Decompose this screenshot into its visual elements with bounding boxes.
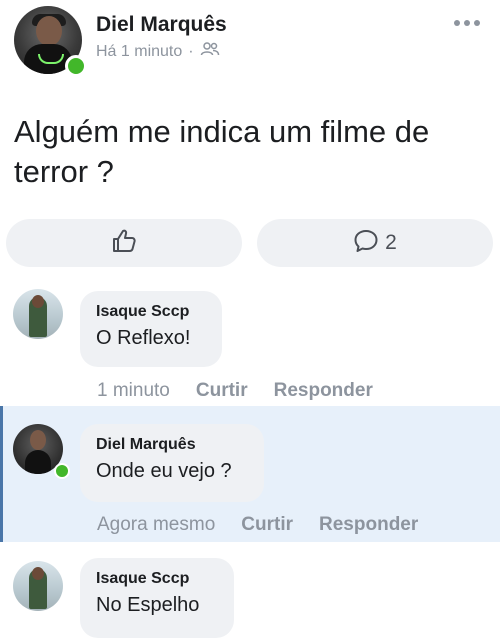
comment-icon	[353, 228, 379, 259]
comment-bubble: Diel Marquês Onde eu vejo ?	[80, 424, 264, 502]
post-meta: Há 1 minuto ·	[96, 41, 220, 62]
comment-like-button[interactable]: Curtir	[196, 380, 248, 402]
post-time[interactable]: Há 1 minuto	[96, 43, 182, 61]
comment-actions: Agora mesmo Curtir Responder	[97, 514, 444, 536]
comment-author[interactable]: Diel Marquês	[96, 436, 248, 454]
comment-actions: 1 minuto Curtir Responder	[97, 380, 399, 402]
comment-reply-button[interactable]: Responder	[274, 380, 373, 402]
commenter-avatar[interactable]	[13, 289, 63, 339]
comment-reply-button[interactable]: Responder	[319, 514, 418, 536]
friends-icon	[200, 41, 220, 62]
post-author-name[interactable]: Diel Marquês	[96, 13, 227, 37]
comment-author[interactable]: Isaque Sccp	[96, 303, 206, 321]
meta-separator: ·	[188, 42, 194, 60]
comment-button[interactable]: 2	[257, 219, 493, 267]
more-options-icon[interactable]	[454, 20, 480, 26]
comment-time[interactable]: 1 minuto	[97, 380, 170, 402]
online-status-dot	[54, 463, 70, 479]
comment-text: Onde eu vejo ?	[96, 460, 232, 482]
post-text: Alguém me indica um filme de terror ?	[14, 114, 430, 189]
thumbs-up-icon	[110, 227, 138, 260]
like-button[interactable]	[6, 219, 242, 267]
comment-time[interactable]: Agora mesmo	[97, 514, 215, 536]
comment-bubble: Isaque Sccp O Reflexo!	[80, 291, 222, 367]
comment-author[interactable]: Isaque Sccp	[96, 570, 218, 588]
commenter-avatar[interactable]	[13, 561, 63, 611]
online-status-dot	[65, 55, 87, 77]
comment-count: 2	[385, 231, 397, 254]
comment-text: No Espelho	[96, 594, 200, 616]
comment-text: O Reflexo!	[96, 327, 191, 349]
comment-like-button[interactable]: Curtir	[241, 514, 293, 536]
comment-bubble: Isaque Sccp No Espelho	[80, 558, 234, 638]
